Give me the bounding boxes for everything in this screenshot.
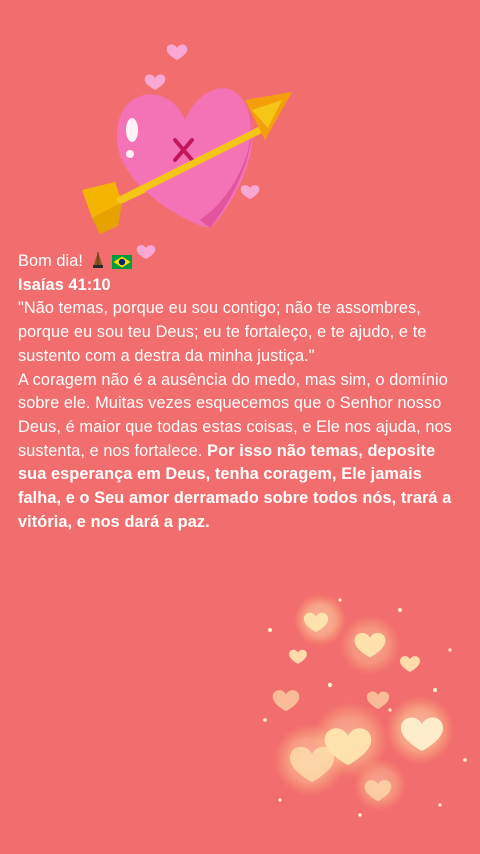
verse-reference: Isaías 41:10 xyxy=(18,275,111,294)
greeting: Bom dia! xyxy=(18,252,84,270)
reflection-paragraph: A coragem não é a ausência do medo, mas … xyxy=(18,369,468,535)
small-heart-icon xyxy=(166,44,188,60)
verse-text: "Não temas, porque eu sou contigo; não t… xyxy=(18,299,427,365)
greeting-line: Bom dia! xyxy=(18,250,468,274)
message-text: Bom dia! Isaías 41:10 "Não temas, porque… xyxy=(18,250,468,534)
big-heart-icon xyxy=(116,88,253,228)
glowing-hearts-icon xyxy=(263,594,467,817)
heart-with-arrow-icon xyxy=(82,44,292,259)
small-heart-icon xyxy=(144,74,166,90)
praying-hands-icon xyxy=(92,252,103,268)
small-heart-icon xyxy=(240,185,260,199)
brazil-flag-icon xyxy=(112,255,133,269)
